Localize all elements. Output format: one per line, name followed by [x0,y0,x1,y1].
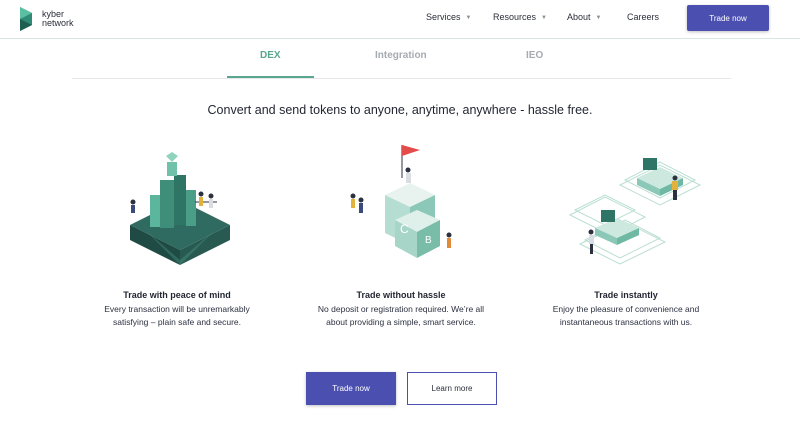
illustration-computers [565,140,715,270]
page-headline: Convert and send tokens to anyone, anyti… [207,103,593,117]
chevron-down-icon: ▼ [595,15,602,21]
feature-description: Enjoy the pleasure of convenience and in… [552,304,700,327]
nav-services[interactable]: Services ▼ [426,12,471,22]
illustration-blocks-flag: C B [345,140,495,270]
svg-text:B: B [425,235,432,246]
nav-careers[interactable]: Careers [627,12,659,22]
kyber-logo-icon [20,7,32,31]
tab-dex[interactable]: DEX [260,50,281,61]
chevron-down-icon: ▼ [465,15,472,21]
nav-services-label: Services [426,12,461,22]
feature-title: Trade without hassle [356,290,446,300]
nav-about[interactable]: About ▼ [567,12,601,22]
feature-instantly: Trade instantly Enjoy the pleasure of co… [541,290,711,328]
feature-description: No deposit or registration required. We’… [317,304,485,327]
feature-without-hassle: Trade without hassle No deposit or regis… [316,290,486,328]
tab-integration[interactable]: Integration [375,50,427,61]
top-header: kyber network Services ▼ Resources ▼ Abo… [0,0,800,39]
trade-now-button[interactable]: Trade now [306,372,396,405]
logo-line-2: network [42,18,74,28]
nav-resources-label: Resources [493,12,537,22]
feature-title: Trade instantly [594,290,658,300]
kyber-network-logo[interactable]: kyber network [18,4,98,34]
svg-text:C: C [400,222,409,236]
nav-careers-label: Careers [627,12,660,22]
learn-more-button[interactable]: Learn more [407,372,497,405]
chevron-down-icon: ▼ [541,15,547,21]
tab-bar: DEX Integration IEO [72,38,731,79]
nav-resources[interactable]: Resources ▼ [493,12,547,22]
feature-description: Every transaction will be unremarkably s… [104,304,250,327]
active-tab-indicator [227,76,314,78]
logo-wordmark: kyber network [42,10,74,28]
tab-ieo[interactable]: IEO [526,50,543,61]
feature-title: Trade with peace of mind [123,290,231,300]
header-trade-now-button[interactable]: Trade now [687,5,769,31]
feature-peace-of-mind: Trade with peace of mind Every transacti… [92,290,262,328]
nav-about-label: About [567,12,591,22]
illustration-city [105,140,255,270]
